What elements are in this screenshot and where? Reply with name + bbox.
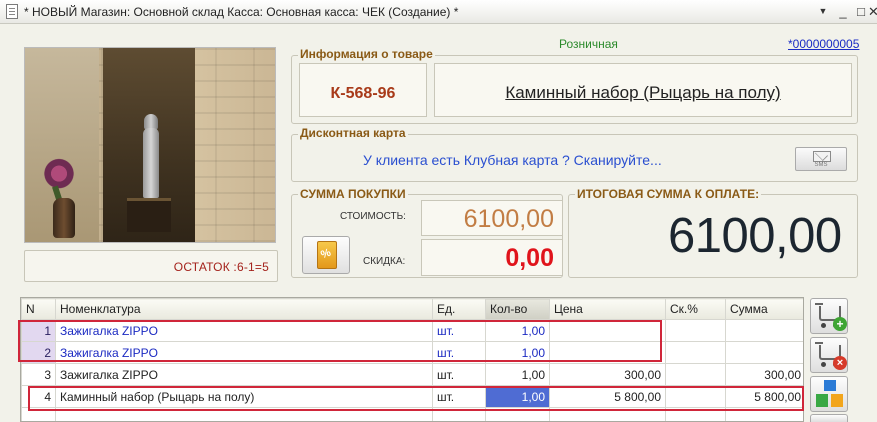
col-sum[interactable]: Сумма	[725, 298, 803, 320]
sms-button[interactable]: SMS	[795, 147, 847, 171]
cost-label: СТОИМОСТЬ:	[340, 211, 406, 222]
document-icon	[6, 4, 18, 19]
price-type: Розничная	[559, 37, 618, 51]
purchase-sum-label: СУММА ПОКУПКИ	[298, 187, 408, 201]
cart-wheel	[821, 362, 826, 367]
blocks-icon	[824, 380, 836, 391]
menu-arrow-icon[interactable]: ▼	[814, 3, 832, 20]
discount-value: 0,00	[505, 244, 554, 272]
photo-vase	[53, 198, 75, 238]
stock-box: ОСТАТОК :6-1=5	[24, 250, 278, 282]
window-title: * НОВЫЙ Магазин: Основной склад Касса: О…	[24, 5, 459, 19]
row-qty[interactable]: 1,00	[485, 363, 550, 386]
product-name-field: Каминный набор (Рыцарь на полу)	[434, 63, 852, 117]
row-number: 3	[21, 363, 56, 386]
cost-field: 6100,00	[421, 200, 563, 236]
row-discount[interactable]	[665, 319, 726, 342]
discount-card-label: Дисконтная карта	[298, 126, 408, 140]
col-qty[interactable]: Кол-во	[485, 298, 550, 320]
discount-field: 0,00	[421, 239, 563, 276]
article-code: К-568-96	[330, 85, 396, 102]
total-label: ИТОГОВАЯ СУММА К ОПЛАТЕ:	[575, 187, 762, 201]
sms-envelope-icon	[813, 151, 831, 162]
stock-text: ОСТАТОК :6-1=5	[173, 260, 269, 274]
discount-coupon-button[interactable]: %	[302, 236, 350, 274]
row-sum: 300,00	[725, 363, 803, 386]
cart-wheel	[821, 323, 826, 328]
close-icon[interactable]: ✕	[868, 3, 877, 20]
table-header-row: N Номенклатура Ед. Кол-во Цена Ск.% Сумм…	[21, 298, 803, 320]
row-item[interactable]: Зажигалка ZIPPO	[55, 363, 433, 386]
cost-value: 6100,00	[463, 205, 554, 233]
blocks-button[interactable]	[810, 376, 848, 412]
block-green	[816, 394, 828, 407]
col-unit[interactable]: Ед.	[432, 298, 486, 320]
discount-card-prompt[interactable]: У клиента есть Клубная карта ? Сканируйт…	[363, 152, 662, 168]
photo-flower	[43, 152, 83, 200]
remove-badge: ×	[833, 356, 847, 370]
col-price[interactable]: Цена	[549, 298, 666, 320]
discount-label: СКИДКА:	[363, 256, 406, 267]
coupon-glyph: %	[319, 246, 333, 262]
row-price[interactable]: 300,00	[549, 363, 666, 386]
plus-badge: +	[833, 317, 847, 331]
remove-item-button[interactable]: ×	[810, 337, 848, 373]
photo-knight	[143, 128, 159, 198]
total-amount: 6100,00	[668, 209, 842, 263]
article-field: К-568-96	[299, 63, 427, 117]
discount-coupon-icon: %	[317, 241, 337, 269]
add-item-button[interactable]: +	[810, 298, 848, 334]
col-item[interactable]: Номенклатура	[55, 298, 433, 320]
table-row[interactable]: 3 Зажигалка ZIPPO шт. 1,00 300,00 300,00	[21, 363, 803, 386]
block-orange	[831, 394, 843, 407]
row-sum	[725, 319, 803, 342]
col-discount[interactable]: Ск.%	[665, 298, 726, 320]
photo-stand	[127, 198, 171, 232]
row-unit[interactable]: шт.	[432, 363, 486, 386]
row-sum	[725, 341, 803, 364]
minimize-icon[interactable]: _	[834, 3, 852, 20]
window-titlebar: * НОВЫЙ Магазин: Основной склад Касса: О…	[0, 0, 877, 24]
row-discount[interactable]	[665, 341, 726, 364]
highlight-row-4	[28, 386, 804, 411]
product-info-label: Информация о товаре	[298, 47, 435, 61]
sms-label: SMS	[814, 162, 828, 168]
row-discount[interactable]	[665, 363, 726, 386]
product-name[interactable]: Каминный набор (Рыцарь на полу)	[435, 83, 851, 103]
highlight-rows-1-2	[18, 320, 662, 362]
partial-side-button[interactable]	[810, 414, 848, 422]
col-n[interactable]: N	[21, 298, 56, 320]
product-photo	[24, 47, 276, 243]
doc-number-link[interactable]: *0000000005	[788, 37, 859, 51]
